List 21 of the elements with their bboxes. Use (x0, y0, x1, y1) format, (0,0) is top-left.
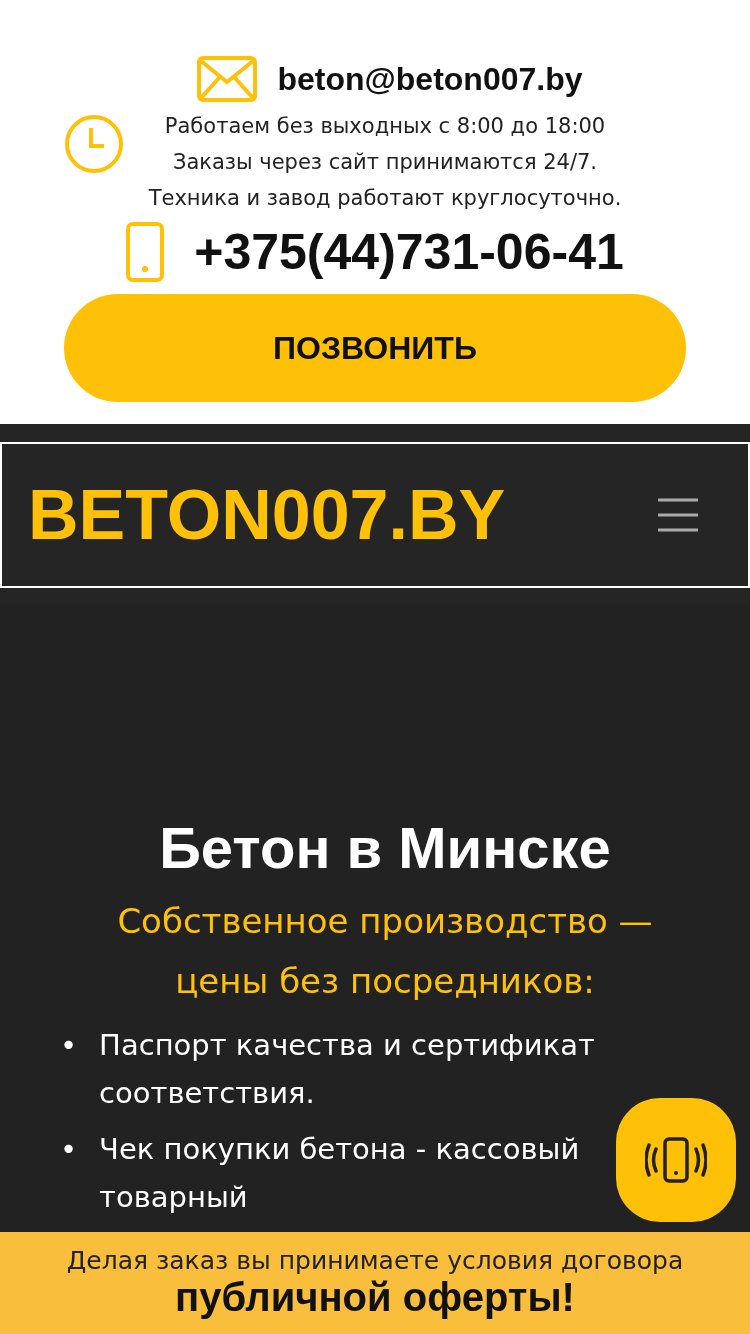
working-hours-text: Заказы через сайт принимаются 24/7. (172, 149, 598, 176)
working-hours-text: Техника и завод работают круглосуточно. (148, 185, 622, 212)
working-hours-text: Работаем без выходных с 8:00 до 18:00 (164, 113, 606, 140)
bullet-marker: • (60, 1027, 78, 1064)
bullet-marker: • (60, 1131, 78, 1168)
hero-title: Бетон в Минске (159, 814, 611, 881)
vibrating-phone-icon (645, 1137, 707, 1183)
bullet-item: Паспорт качества и сертификат соответствия. (99, 1027, 596, 1112)
banner-text: Делая заказ вы принимаете условия договора (66, 1246, 684, 1275)
smartphone-icon (126, 222, 165, 282)
bullet-item: Чек покупки бетона - кассовый товарный (99, 1131, 581, 1216)
call-float-button[interactable] (616, 1098, 736, 1222)
envelope-icon (197, 56, 258, 102)
email-address[interactable]: beton@beton007.by (277, 60, 583, 98)
phone-number[interactable]: +375(44)731-06-41 (194, 223, 624, 281)
site-logo[interactable]: BETON007.BY (28, 475, 506, 555)
clock-icon (64, 114, 124, 174)
public-offer-link[interactable]: публичной оферты! (175, 1275, 575, 1320)
call-button[interactable]: ПОЗВОНИТЬ (64, 294, 686, 402)
menu-icon[interactable] (658, 498, 698, 532)
hero-subtitle: Собственное производство — цены без посредников: (116, 900, 654, 1003)
